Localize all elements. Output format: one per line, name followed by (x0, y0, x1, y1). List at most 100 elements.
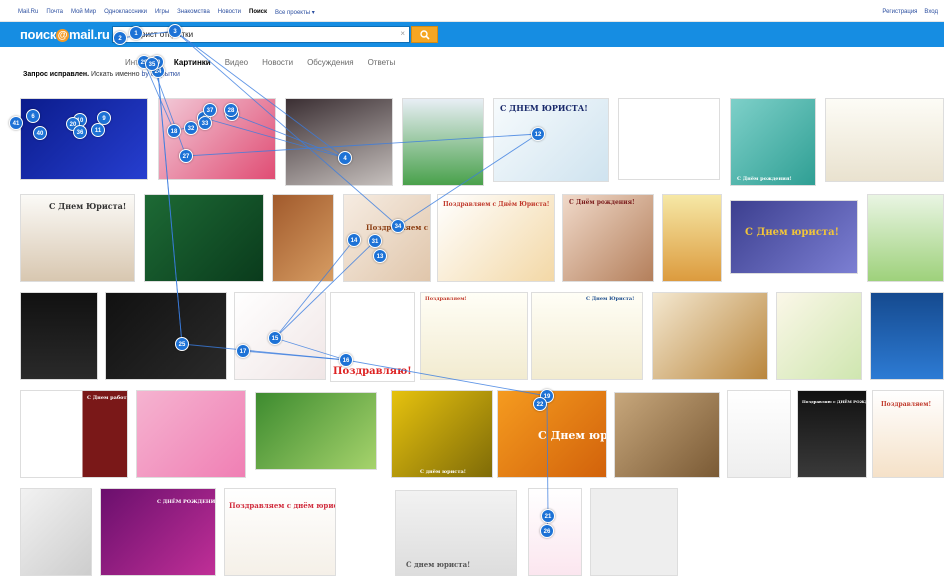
click-order-badge: 32 (184, 121, 198, 135)
login-link[interactable]: Вход (924, 9, 938, 15)
image-result-thumbnail[interactable]: Поздравляем! (420, 292, 528, 380)
thumbnail-caption: Поздравляем! (881, 401, 932, 408)
image-result-thumbnail[interactable]: С Днем работников прокуратуры (20, 390, 128, 478)
logo-text: поиск (20, 27, 57, 42)
image-result-thumbnail[interactable]: Поздравляем! (872, 390, 944, 478)
portal-nav-item[interactable]: Мой Мир (71, 9, 96, 16)
portal-nav-item[interactable]: Знакомства (177, 9, 210, 16)
click-order-badge: 3 (168, 24, 182, 38)
image-result-thumbnail[interactable] (255, 392, 377, 470)
image-result-thumbnail[interactable]: С ДНЁМ РОЖДЕНИЯ!!! (100, 488, 216, 576)
click-order-badge: 11 (91, 123, 105, 137)
thumbnail-caption: С Днем юриста! (538, 429, 606, 442)
thumbnail-caption: Поздравляем с Днём Юриста! (443, 201, 550, 208)
portal-nav-item[interactable]: Поиск (249, 9, 267, 16)
click-order-badge: 35 (145, 57, 159, 71)
portal-nav-item[interactable]: Все проекты ▾ (275, 9, 315, 16)
tab-item[interactable]: Обсуждения (307, 58, 354, 67)
click-order-badge: 37 (203, 103, 217, 117)
image-result-thumbnail[interactable] (272, 194, 334, 282)
image-result-thumbnail[interactable]: С ДНЕМ ЮРИСТА! (493, 98, 609, 182)
thumbnail-caption: С Днем юриста! (745, 227, 839, 238)
image-result-thumbnail[interactable] (867, 194, 944, 282)
image-result-thumbnail[interactable]: С днём юриста! (391, 390, 493, 478)
click-order-badge: 6 (26, 109, 40, 123)
tab-item[interactable]: Ответы (368, 58, 396, 67)
image-result-thumbnail[interactable]: С Днем Юриста! (531, 292, 643, 380)
image-result-thumbnail[interactable] (614, 392, 720, 478)
click-order-badge: 26 (540, 524, 554, 538)
logo-at-icon: @ (56, 29, 70, 42)
top-nav-bar: Mail.Ru Почта Мой Мир Одноклассники Игры Знак… (0, 0, 944, 22)
tab-item[interactable]: Видео (225, 58, 248, 67)
click-order-badge: 41 (9, 116, 23, 130)
click-order-badge: 22 (533, 397, 547, 411)
portal-nav-item[interactable]: Mail.Ru (18, 9, 38, 16)
image-result-thumbnail[interactable]: С Днём рождения! (730, 98, 816, 186)
thumbnail-caption: С днём юриста! (420, 469, 466, 475)
correction-label: Запрос исправлен. (23, 71, 90, 78)
portal-nav-item[interactable]: Новости (218, 9, 241, 16)
portal-nav-item[interactable]: Почта (46, 9, 63, 16)
image-result-thumbnail[interactable] (402, 98, 484, 186)
thumbnail-caption: Поздравляем! (425, 296, 467, 302)
thumbnail-caption: Поздравляю! (333, 366, 412, 377)
search-button[interactable] (411, 26, 438, 43)
image-result-thumbnail[interactable] (662, 194, 722, 282)
image-result-thumbnail[interactable] (825, 98, 944, 182)
thumbnail-caption: С ДНЁМ РОЖДЕНИЯ!!! (157, 499, 216, 505)
clear-search-icon[interactable]: × (400, 29, 405, 38)
image-result-thumbnail[interactable]: С Днем юриста! (730, 200, 858, 274)
click-order-badge: 21 (541, 509, 555, 523)
image-result-thumbnail[interactable] (144, 194, 264, 282)
click-order-badge: 17 (236, 344, 250, 358)
portal-nav-item[interactable]: Одноклассники (104, 9, 147, 16)
click-order-badge: 14 (347, 233, 361, 247)
click-order-badge: 13 (373, 249, 387, 263)
image-result-thumbnail[interactable] (20, 292, 98, 380)
thumbnail-caption: С Днём рождения! (569, 199, 635, 206)
tab-item[interactable]: Новости (262, 58, 293, 67)
auth-links: Регистрация Вход (882, 9, 938, 15)
image-result-thumbnail[interactable]: С Днем Юриста! (20, 194, 135, 282)
image-result-thumbnail[interactable]: С днем юриста! (395, 490, 517, 576)
image-result-thumbnail[interactable] (528, 488, 582, 576)
thumbnail-caption: С Днем Юриста! (586, 296, 635, 302)
thumbnail-caption: Поздравляю с ДНЁМ РОЖДЕНИЯ!!! (802, 399, 866, 404)
click-order-badge: 36 (73, 125, 87, 139)
click-order-badge: 25 (175, 337, 189, 351)
image-result-thumbnail[interactable]: С Днем юриста! (497, 390, 607, 478)
search-logo[interactable]: поиск @ mail.ru (20, 27, 110, 42)
image-result-thumbnail[interactable]: Поздравляю с ДНЁМ РОЖДЕНИЯ!!! (797, 390, 867, 478)
click-order-badge: 34 (391, 219, 405, 233)
image-result-thumbnail[interactable] (727, 390, 791, 478)
tab-item[interactable]: Картинки (174, 58, 211, 67)
image-result-thumbnail[interactable] (136, 390, 246, 478)
thumbnail-caption: С Днем работников прокуратуры (87, 395, 127, 401)
click-order-badge: 33 (198, 116, 212, 130)
image-result-thumbnail[interactable] (652, 292, 768, 380)
thumbnail-caption: С ДНЕМ ЮРИСТА! (500, 103, 588, 113)
image-result-thumbnail[interactable] (285, 98, 393, 186)
image-result-thumbnail[interactable] (870, 292, 944, 380)
image-result-thumbnail[interactable]: С Днём рождения! (562, 194, 654, 282)
click-order-badge: 40 (33, 126, 47, 140)
click-order-badge: 2 (113, 31, 127, 45)
image-result-thumbnail[interactable] (105, 292, 227, 380)
image-result-thumbnail[interactable] (618, 98, 720, 180)
thumbnail-caption: С Днём рождения! (737, 176, 792, 182)
click-order-badge: 15 (268, 331, 282, 345)
correction-text: Искать именно (89, 71, 142, 78)
search-box: × (112, 26, 410, 43)
image-result-thumbnail[interactable] (590, 488, 678, 576)
image-result-thumbnail[interactable] (776, 292, 862, 380)
click-order-badge: 4 (338, 151, 352, 165)
search-tabs: ИнтернетКартинкиВидеоНовостиОбсужденияОт… (125, 58, 395, 67)
image-result-thumbnail[interactable] (158, 98, 276, 180)
image-result-thumbnail[interactable]: Поздравляем с Днём Юриста! (437, 194, 555, 282)
image-result-thumbnail[interactable] (20, 488, 92, 576)
image-result-thumbnail[interactable]: Поздравляем с днём юриста! (224, 488, 336, 576)
image-result-thumbnail[interactable]: Поздравляю! (330, 292, 415, 382)
register-link[interactable]: Регистрация (882, 9, 917, 15)
portal-nav-item[interactable]: Игры (155, 9, 169, 16)
